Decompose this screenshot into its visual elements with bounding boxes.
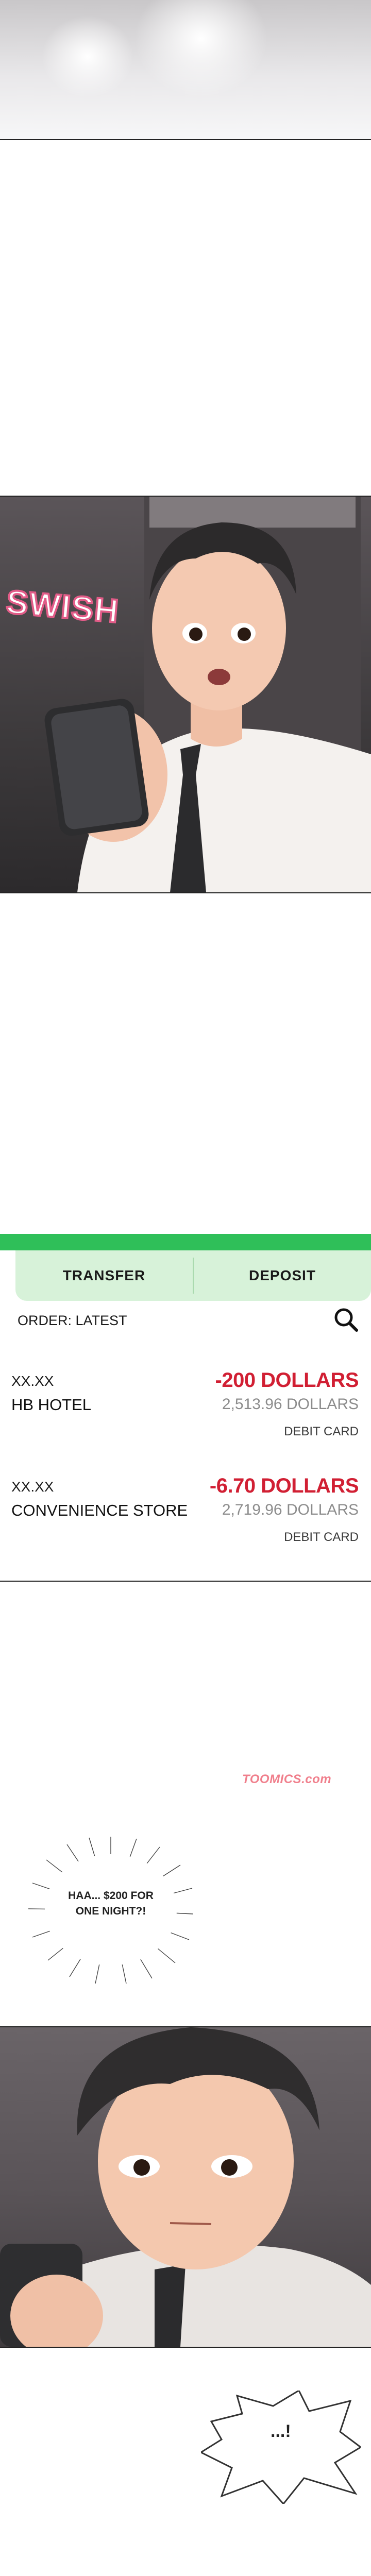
transaction-date: XX.XX <box>11 1479 54 1495</box>
tab-transfer[interactable]: TRANSFER <box>15 1250 193 1301</box>
bank-tab-bar: TRANSFER DEPOSIT <box>15 1250 371 1301</box>
panel-border <box>0 892 371 893</box>
speech-burst <box>201 2391 361 2504</box>
watermark-logo: TOOMICS.com <box>242 1772 332 1786</box>
transaction-payment-method: DEBIT CARD <box>284 1425 359 1438</box>
panel-man-closeup <box>0 2027 371 2347</box>
transaction-row[interactable]: XX.XX CONVENIENCE STORE -6.70 DOLLARS 2,… <box>0 1475 371 1571</box>
search-button[interactable] <box>332 1306 361 1334</box>
transaction-merchant: CONVENIENCE STORE <box>11 1501 188 1519</box>
transaction-balance: 2,719.96 DOLLARS <box>222 1501 359 1518</box>
bank-app-header-bar <box>0 1234 371 1250</box>
dialogue-text: HAA... $200 FOR ONE NIGHT?! <box>68 1890 154 1918</box>
transaction-row[interactable]: XX.XX HB HOTEL -200 DOLLARS 2,513.96 DOL… <box>0 1369 371 1466</box>
panel-man-phone <box>0 497 371 892</box>
transaction-payment-method: DEBIT CARD <box>284 1530 359 1544</box>
panel-border <box>0 2347 371 2348</box>
sort-order-label[interactable]: ORDER: LATEST <box>18 1313 127 1329</box>
transaction-merchant: HB HOTEL <box>11 1396 92 1414</box>
transaction-balance: 2,513.96 DOLLARS <box>222 1396 359 1413</box>
transaction-amount: -200 DOLLARS <box>215 1369 359 1392</box>
dialogue-text: ...! <box>271 2421 291 2441</box>
top-panel-art <box>0 0 371 139</box>
panel-border <box>0 139 371 140</box>
transaction-amount: -6.70 DOLLARS <box>209 1475 359 1497</box>
transaction-date: XX.XX <box>11 1373 54 1389</box>
tab-deposit[interactable]: DEPOSIT <box>194 1250 371 1301</box>
search-icon <box>334 1308 358 1332</box>
panel-border <box>0 1581 371 1582</box>
